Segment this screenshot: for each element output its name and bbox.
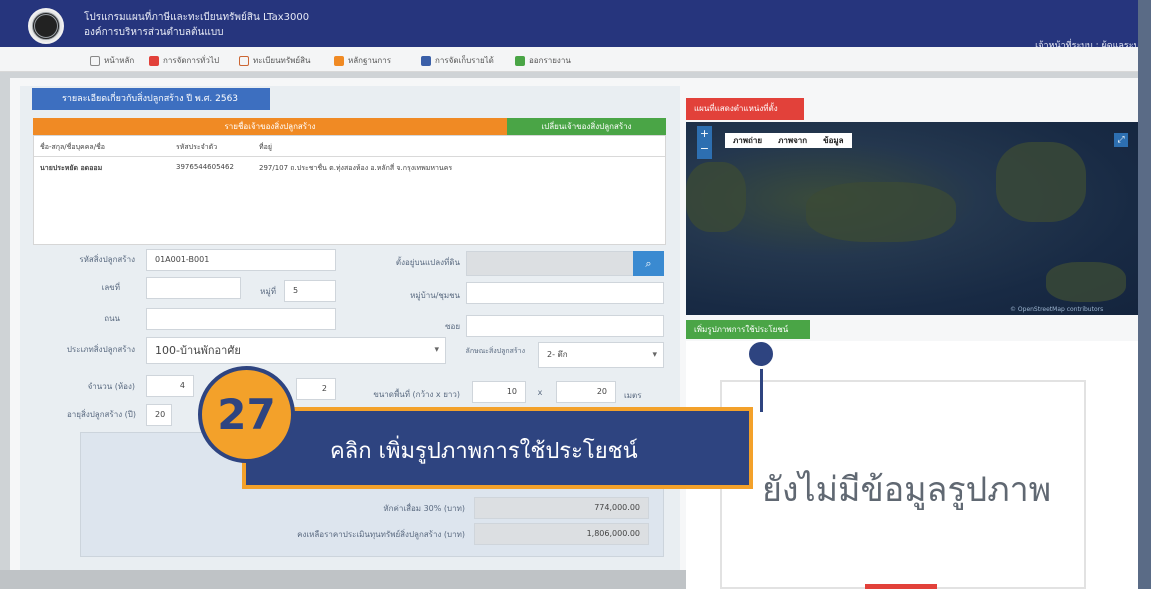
- road-label: ถนน: [104, 314, 120, 323]
- chevron-down-icon: ▾: [434, 345, 439, 355]
- area-label: ขนาดพื้นที่ (กว้าง x ยาว): [373, 390, 460, 399]
- expand-icon[interactable]: ⤢: [1114, 133, 1128, 147]
- zoom-out-icon[interactable]: −: [697, 141, 712, 156]
- app-title: โปรแกรมแผนที่ภาษีและทะเบียนทรัพย์สิน LTa…: [84, 12, 310, 23]
- nav-label: หลักฐานการ: [348, 56, 392, 65]
- map-landmass: [806, 182, 956, 242]
- map-landmass: [996, 142, 1086, 222]
- soi-input[interactable]: [466, 315, 664, 337]
- col-header-id: รหัสประจำตัว: [176, 143, 218, 151]
- village-input[interactable]: [466, 282, 664, 304]
- owner-id-cell[interactable]: 3976544605462: [176, 163, 234, 171]
- map-landmass: [686, 162, 746, 232]
- width-input[interactable]: 10: [472, 381, 526, 403]
- moo-input[interactable]: 5: [284, 280, 336, 302]
- depreciation-label: หักค่าเสื่อม 30% (บาท): [383, 504, 465, 513]
- year-tab[interactable]: รายละเอียดเกี่ยวกับสิ่งปลูกสร้าง ปี พ.ศ.…: [32, 88, 270, 110]
- map-credit: © OpenStreetMap contributors: [1010, 306, 1104, 313]
- depreciation-value: 774,000.00: [474, 497, 649, 519]
- map-tab-satellite[interactable]: ภาพถ่าย: [725, 133, 770, 148]
- building-type-select[interactable]: 100-บ้านพักอาศัย ▾: [146, 337, 446, 364]
- register-icon: [239, 55, 249, 66]
- nav-label: การจัดเก็บรายได้: [435, 56, 494, 65]
- owner-address-cell[interactable]: 297/107 ถ.ประชาชื่น ต.ทุ่งสองห้อง อ.หลัก…: [259, 163, 452, 174]
- road-input[interactable]: [146, 308, 336, 330]
- remaining-value: 1,806,000.00: [474, 523, 649, 545]
- nav-registry[interactable]: ทะเบียนทรัพย์สิน: [239, 54, 310, 67]
- col-header-address: ที่อยู่: [259, 143, 272, 151]
- nav-settings[interactable]: การจัดการทั่วไป: [149, 54, 219, 67]
- nav-label: ทะเบียนทรัพย์สิน: [253, 56, 311, 65]
- age-input[interactable]: 20: [146, 404, 172, 426]
- change-owner-button[interactable]: เปลี่ยนเจ้าของสิ่งปลูกสร้าง: [507, 118, 666, 135]
- length-input[interactable]: 20: [556, 381, 616, 403]
- gear-icon: [149, 55, 159, 66]
- callout-step-badge: 27: [198, 366, 295, 463]
- rooms-input[interactable]: 4: [146, 375, 194, 397]
- moo-label: หมู่ที่: [260, 287, 276, 296]
- page-right-edge: [1138, 0, 1151, 589]
- org-name: องค์การบริหารส่วนตำบลต้นแบบ: [84, 27, 224, 38]
- col-header-name: ชื่อ-สกุล/ชื่อบุคคล/ชื่อ: [40, 143, 106, 151]
- org-logo: [28, 8, 64, 44]
- map-landmass: [1046, 262, 1126, 302]
- nav-label: หน้าหลัก: [104, 56, 135, 65]
- row-divider: [34, 156, 665, 157]
- building-code-label: รหัสสิ่งปลูกสร้าง: [79, 255, 135, 264]
- document-icon: [334, 55, 344, 66]
- village-label: หมู่บ้าน/ชุมชน: [410, 291, 460, 300]
- page-bottom-edge: [0, 570, 686, 589]
- main-nav: หน้าหลัก การจัดการทั่วไป ทะเบียนทรัพย์สิ…: [0, 47, 1151, 72]
- map-tab-data[interactable]: ข้อมูล: [815, 133, 851, 148]
- building-code-input[interactable]: 01A001-B001: [146, 249, 336, 271]
- house-number-input[interactable]: [146, 277, 241, 299]
- location-map[interactable]: [686, 122, 1138, 315]
- callout-pointer-dot: [746, 339, 776, 369]
- photo-action-bar[interactable]: [865, 584, 937, 589]
- nav-label: การจัดการทั่วไป: [163, 56, 220, 65]
- rooms-label: จำนวน (ห้อง): [87, 382, 135, 391]
- building-character-select[interactable]: 2- ตึก ▾: [538, 342, 664, 368]
- nav-revenue[interactable]: การจัดเก็บรายได้: [421, 54, 494, 67]
- owner-table: ชื่อ-สกุล/ชื่อบุคคล/ชื่อ รหัสประจำตัว ที…: [33, 135, 666, 245]
- soi-label: ซอย: [445, 322, 460, 331]
- calculator-icon: [421, 55, 431, 66]
- nav-home[interactable]: หน้าหลัก: [90, 54, 134, 67]
- zoom-in-icon[interactable]: +: [697, 126, 712, 141]
- chevron-down-icon: ▾: [652, 350, 657, 360]
- add-usage-photo-button[interactable]: เพิ่มรูปภาพการใช้ประโยชน์: [686, 320, 810, 339]
- building-type-value: 100-บ้านพักอาศัย: [155, 344, 241, 357]
- unit-label: เมตร: [624, 391, 642, 400]
- callout-text: คลิก เพิ่มรูปภาพการใช้ประโยชน์: [330, 439, 638, 464]
- map-layer-tabs: ภาพถ่าย ภาพจาก ข้อมูล: [725, 133, 852, 148]
- nav-reports[interactable]: ออกรายงาน: [515, 54, 571, 67]
- report-icon: [515, 55, 525, 66]
- building-type-label: ประเภทสิ่งปลูกสร้าง: [66, 345, 135, 354]
- app-header: โปรแกรมแผนที่ภาษีและทะเบียนทรัพย์สิน LTa…: [0, 0, 1151, 51]
- map-location-tag: แผนที่แสดงตำแหน่งที่ตั้ง: [686, 98, 804, 120]
- owner-name-cell[interactable]: นายประหยัด อดออม: [40, 163, 102, 174]
- land-parcel-input[interactable]: [466, 251, 634, 276]
- map-zoom-control[interactable]: + −: [697, 126, 712, 159]
- number-label: เลขที่: [101, 283, 120, 292]
- search-parcel-button[interactable]: ⌕: [633, 251, 664, 276]
- building-character-label: ลักษณะสิ่งปลูกสร้าง: [465, 347, 525, 355]
- nav-documents[interactable]: หลักฐานการ: [334, 54, 391, 67]
- search-icon: ⌕: [645, 257, 652, 270]
- home-icon: [90, 55, 100, 66]
- located-label: ตั้งอยู่บนแปลงที่ดิน: [395, 258, 460, 267]
- no-image-text: ยังไม่มีข้อมูลรูปภาพ: [762, 470, 1052, 510]
- remaining-value-label: คงเหลือราคาประเมินทุนทรัพย์สิ่งปลูกสร้าง…: [297, 530, 465, 539]
- times-sign: x: [537, 388, 543, 397]
- age-label: อายุสิ่งปลูกสร้าง (ปี): [66, 410, 136, 419]
- map-tab-image[interactable]: ภาพจาก: [770, 133, 815, 148]
- building-character-value: 2- ตึก: [547, 350, 568, 359]
- owner-list-header: รายชื่อเจ้าของสิ่งปลูกสร้าง: [33, 118, 507, 135]
- nav-label: ออกรายงาน: [529, 56, 571, 65]
- callout-step-number: 27: [217, 390, 276, 439]
